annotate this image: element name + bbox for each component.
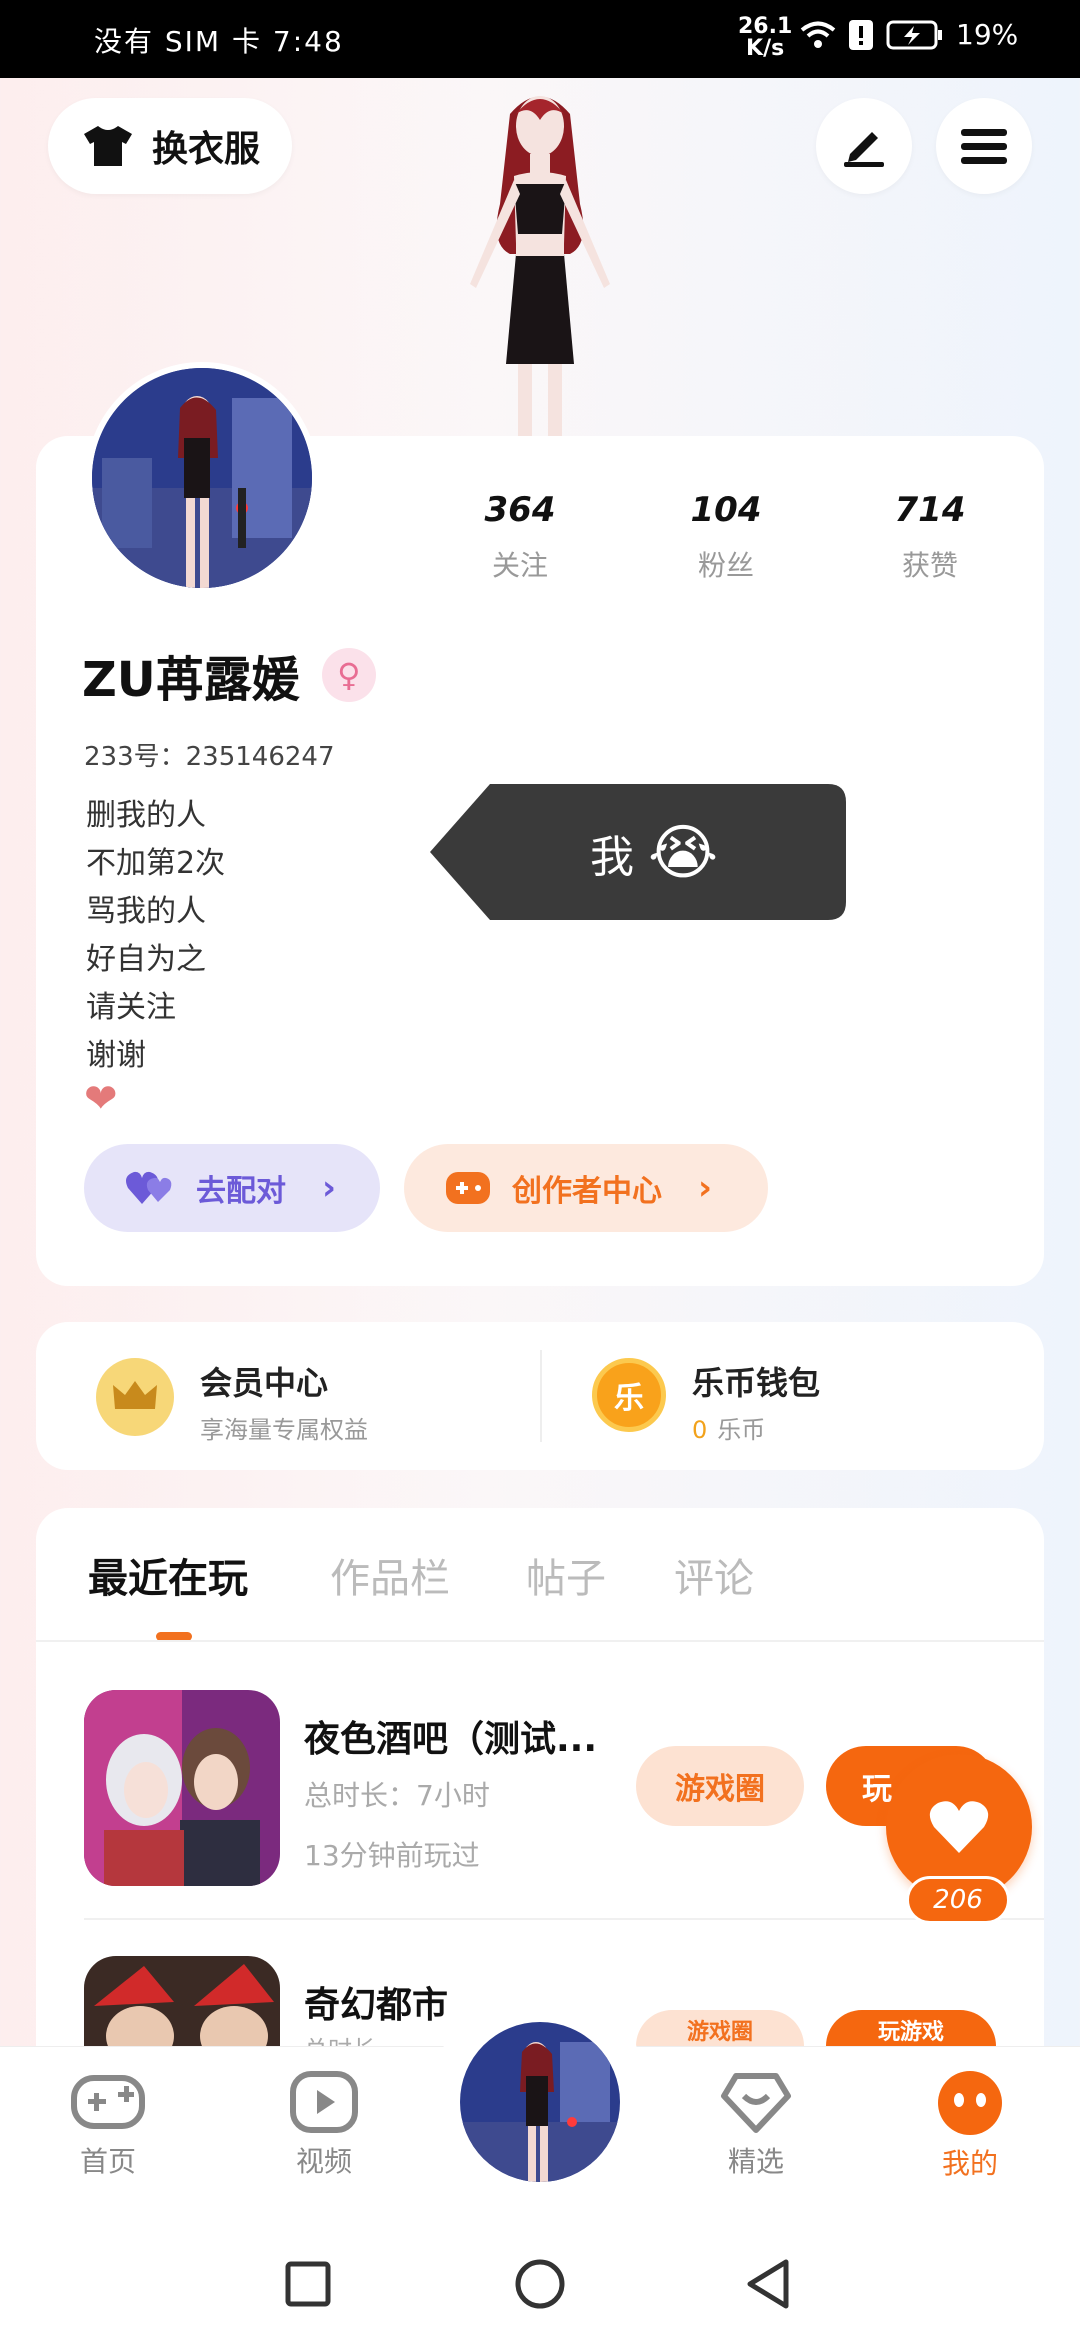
- heart-diamond-icon: [721, 2073, 791, 2133]
- bio-line: 谢谢: [86, 1038, 146, 1073]
- nav-home[interactable]: 首页: [38, 2070, 178, 2180]
- bio-line: 请关注: [86, 990, 176, 1025]
- likes-received-label: 获赞: [901, 549, 958, 582]
- following-count: 364: [484, 490, 556, 530]
- tab-comments[interactable]: 评论: [674, 1546, 754, 1604]
- system-nav-bar: [0, 2216, 1080, 2340]
- following-label: 关注: [491, 549, 548, 582]
- shirt-icon: [84, 126, 132, 166]
- avatar[interactable]: [86, 362, 318, 594]
- divider: [540, 1350, 542, 1442]
- followers-stat[interactable]: 104 粉丝: [646, 490, 806, 584]
- nav-home-label: 首页: [79, 2145, 136, 2178]
- gamepad-plus-icon: [446, 1172, 490, 1204]
- bio-line: 不加第2次: [86, 846, 226, 881]
- game-thumbnail[interactable]: [84, 1956, 280, 2046]
- home-icon[interactable]: [514, 2258, 566, 2310]
- bio-heart-emoji: ❤: [84, 1076, 118, 1122]
- coin-icon: 乐: [592, 1358, 666, 1432]
- game-total-time: 总时长：7小时: [304, 1779, 490, 1812]
- game-circle-button[interactable]: 游戏圈: [636, 2010, 804, 2046]
- nav-me[interactable]: 我的: [900, 2070, 1040, 2182]
- username-row: ZU苒露媛 ♀: [82, 640, 376, 710]
- pair-label: 去配对: [196, 1174, 286, 1209]
- chevron-right-icon: ›: [322, 1168, 337, 1208]
- game-title[interactable]: 奇幻都市: [304, 1976, 448, 2028]
- game-last-played: 13分钟前玩过: [304, 1839, 480, 1872]
- speech-bubble-text: 我: [590, 832, 634, 883]
- bio-line: 好自为之: [86, 942, 206, 977]
- like-count: 206: [906, 1876, 1010, 1924]
- speech-bubble: 我 😭: [430, 784, 846, 920]
- divider: [84, 1918, 1044, 1920]
- play-game-button[interactable]: 玩游戏: [826, 2010, 996, 2046]
- face-icon: [938, 2071, 1002, 2135]
- followers-label: 粉丝: [697, 549, 754, 582]
- pen-icon: [844, 132, 884, 167]
- crying-face-emoji: 😭: [648, 818, 719, 888]
- game-circle-button[interactable]: 游戏圈: [636, 1746, 804, 1826]
- bio-line: 骂我的人: [86, 894, 206, 929]
- tab-works[interactable]: 作品栏: [330, 1546, 450, 1604]
- likes-received-count: 714: [894, 490, 966, 530]
- recent-apps-icon[interactable]: [284, 2260, 332, 2308]
- wifi-icon: [800, 21, 836, 48]
- game-total-time: 总时长: [304, 2030, 376, 2046]
- video-icon: [290, 2071, 358, 2133]
- wallet-balance: 0: [692, 1416, 708, 1444]
- alert-icon: [849, 19, 873, 50]
- tab-recently-played[interactable]: 最近在玩: [88, 1546, 248, 1604]
- wallet-unit: 乐币: [717, 1416, 766, 1444]
- username: ZU苒露媛: [82, 652, 300, 708]
- clock: 7:48: [272, 25, 344, 58]
- battery-text: 19%: [956, 18, 1019, 51]
- game-title[interactable]: 夜色酒吧（测试...: [304, 1710, 597, 1762]
- bio-line: 删我的人: [86, 798, 206, 833]
- nav-featured[interactable]: 精选: [686, 2070, 826, 2180]
- wallet-balance-row: 0 乐币: [692, 1410, 765, 1445]
- menu-icon: [961, 129, 1007, 164]
- game-thumbnail[interactable]: [84, 1690, 280, 1886]
- tab-posts[interactable]: 帖子: [526, 1546, 606, 1604]
- user-id: 233号：235146247: [84, 742, 335, 772]
- creator-center-button[interactable]: 创作者中心 ›: [404, 1144, 768, 1232]
- character-avatar-figure[interactable]: [430, 84, 650, 440]
- crown-icon: [96, 1358, 174, 1436]
- network-speed-unit: K/s: [746, 36, 785, 61]
- pair-button[interactable]: 去配对 ›: [84, 1144, 380, 1232]
- change-outfit-label: 换衣服: [152, 129, 261, 170]
- nav-me-label: 我的: [941, 2147, 998, 2180]
- network-speed: 26.1 K/s: [738, 16, 792, 60]
- menu-button[interactable]: [936, 98, 1032, 194]
- member-center-title[interactable]: 会员中心: [200, 1358, 328, 1404]
- center-avatar-button[interactable]: [456, 2018, 624, 2186]
- member-center-subtitle: 享海量专属权益: [200, 1416, 368, 1444]
- change-outfit-button[interactable]: 换衣服: [48, 98, 292, 194]
- avatar-image: [92, 368, 312, 588]
- heart-icon: [929, 1801, 989, 1853]
- divider: [36, 1640, 1044, 1642]
- double-heart-icon: [126, 1171, 172, 1204]
- network-speed-value: 26.1: [738, 14, 793, 39]
- female-gender-icon: ♀: [321, 648, 376, 702]
- status-bar: 没有 SIM 卡 7:48 26.1 K/s 19%: [0, 0, 1080, 78]
- likes-stat[interactable]: 714 获赞: [850, 490, 1010, 584]
- coin-glyph: 乐: [614, 1381, 644, 1416]
- edit-button[interactable]: [816, 98, 912, 194]
- battery-icon: [886, 20, 942, 49]
- nav-video-label: 视频: [295, 2145, 352, 2178]
- nav-video[interactable]: 视频: [254, 2070, 394, 2180]
- status-icons: 19%: [800, 18, 1018, 51]
- wallet-title[interactable]: 乐币钱包: [692, 1358, 820, 1404]
- bio: 删我的人 不加第2次 骂我的人 好自为之 请关注 谢谢: [86, 792, 225, 1080]
- creator-center-label: 创作者中心: [512, 1174, 662, 1209]
- following-stat[interactable]: 364 关注: [440, 490, 600, 584]
- nav-featured-label: 精选: [727, 2145, 784, 2178]
- chevron-right-icon: ›: [698, 1168, 713, 1208]
- back-icon[interactable]: [744, 2258, 792, 2310]
- carrier-time: 没有 SIM 卡 7:48: [94, 20, 344, 60]
- carrier-text: 没有 SIM 卡: [94, 25, 262, 58]
- followers-count: 104: [690, 490, 762, 530]
- gamepad-icon: [71, 2075, 145, 2129]
